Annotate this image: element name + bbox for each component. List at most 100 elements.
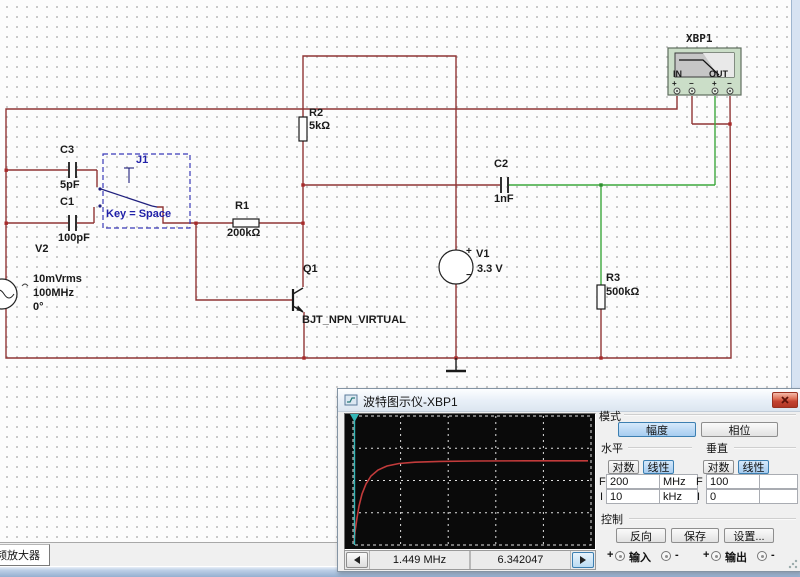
vertical-linear-button[interactable]: 线性	[738, 460, 769, 474]
close-icon	[781, 396, 789, 404]
label-v1-value: 3.3 V	[477, 263, 503, 275]
red-wires	[6, 56, 731, 358]
settings-button[interactable]: 设置...	[724, 528, 774, 543]
horizontal-i-value-field[interactable]: 10	[606, 489, 665, 504]
label-xbp1-in: IN	[673, 69, 682, 79]
source-v2[interactable]	[0, 279, 28, 309]
label-r1: R1	[235, 200, 249, 212]
resize-grip[interactable]	[788, 559, 798, 569]
resistor-r1[interactable]	[233, 219, 259, 227]
close-button[interactable]	[772, 392, 798, 408]
out-plus-sign: +	[703, 549, 709, 561]
horizontal-f-label: F	[599, 476, 606, 488]
label-c2: C2	[494, 158, 508, 170]
save-button[interactable]: 保存	[671, 528, 719, 543]
resistor-r2[interactable]	[299, 117, 307, 141]
capacitor-c2[interactable]	[501, 177, 508, 193]
in-label: 输入	[629, 549, 651, 565]
vertical-f-unit-field[interactable]	[759, 474, 798, 489]
out-minus-terminal[interactable]	[757, 551, 767, 561]
phase-button[interactable]: 相位	[701, 422, 778, 437]
cursor-frequency-readout: 1.449 MHz	[369, 551, 470, 569]
green-junction-dot	[599, 183, 602, 186]
vertical-group-line	[734, 447, 796, 449]
vertical-log-button[interactable]: 对数	[703, 460, 734, 474]
in-minus-sign: -	[675, 549, 679, 561]
label-c2-value: 1nF	[494, 193, 514, 205]
cursor-handle-icon[interactable]	[350, 414, 359, 422]
label-v2-frequency: 100MHz	[33, 287, 74, 299]
label-j1-key: Key = Space	[106, 208, 171, 220]
label-xbp1: XBP1	[686, 32, 713, 45]
label-v1-plus: +	[466, 246, 472, 257]
horizontal-log-button[interactable]: 对数	[608, 460, 639, 474]
capacitor-c1[interactable]	[69, 215, 76, 231]
transistor-q1[interactable]	[293, 288, 304, 312]
label-v2-phase: 0°	[33, 301, 44, 313]
plot-grid	[353, 416, 591, 545]
label-xbp1-in-plus: +	[672, 79, 677, 88]
horizontal-group-line	[628, 447, 692, 449]
in-plus-terminal[interactable]	[615, 551, 625, 561]
label-r2-value: 5kΩ	[309, 120, 330, 132]
capacitor-c3[interactable]	[69, 162, 76, 178]
horizontal-i-unit-field[interactable]: kHz	[659, 489, 698, 504]
bode-plot-area[interactable]	[344, 413, 596, 550]
magnitude-curve	[354, 461, 588, 542]
label-j1: J1	[136, 154, 148, 166]
multisim-screen: C35pFC1100pFV210mVrms100MHz0°J1Key = Spa…	[0, 0, 800, 577]
out-plus-terminal[interactable]	[711, 551, 721, 561]
label-r3: R3	[606, 272, 620, 284]
vertical-group-label: 垂直	[706, 440, 728, 456]
vertical-i-label: I	[697, 491, 700, 503]
horizontal-f-value-field[interactable]: 200	[606, 474, 665, 489]
label-r3-value: 500kΩ	[606, 286, 639, 298]
label-xbp1-in-minus: −	[689, 79, 694, 88]
label-r2: R2	[309, 107, 323, 119]
horizontal-group-label: 水平	[601, 440, 623, 456]
window-icon	[344, 393, 358, 407]
vertical-f-value-field[interactable]: 100	[706, 474, 765, 489]
sheet-tab-strip: 频放大器	[0, 542, 337, 567]
reverse-button[interactable]: 反向	[616, 528, 666, 543]
window-titlebar[interactable]: 波特图示仪-XBP1	[338, 389, 800, 412]
label-c1-value: 100pF	[58, 232, 90, 244]
label-q1-model: BJT_NPN_VIRTUAL	[302, 314, 406, 326]
label-c1: C1	[60, 196, 74, 208]
green-wires	[509, 96, 715, 285]
out-label: 输出	[725, 549, 747, 565]
horizontal-f-unit-field[interactable]: MHz	[659, 474, 698, 489]
cursor-right-button[interactable]	[572, 552, 594, 568]
control-group-line	[629, 518, 796, 520]
left-arrow-icon	[354, 556, 360, 564]
cursor-value-readout: 6.342047	[470, 551, 571, 569]
magnitude-button[interactable]: 幅度	[618, 422, 696, 437]
vertical-i-unit-field[interactable]	[759, 489, 798, 504]
cursor-readout-bar: 1.449 MHz 6.342047	[344, 550, 596, 570]
mode-group-line	[624, 414, 796, 416]
cursor-left-button[interactable]	[346, 552, 368, 568]
label-r1-value: 200kΩ	[227, 227, 260, 239]
label-q1: Q1	[303, 263, 318, 275]
label-v1: V1	[476, 248, 489, 260]
control-group-label: 控制	[601, 511, 623, 527]
bode-plotter-window: 波特图示仪-XBP1	[337, 388, 800, 572]
label-xbp1-out-minus: −	[727, 79, 732, 88]
label-c3-value: 5pF	[60, 179, 80, 191]
resistor-r3[interactable]	[597, 285, 605, 309]
label-xbp1-out: OUT	[709, 69, 728, 79]
right-arrow-icon	[580, 556, 586, 564]
label-v2-amplitude: 10mVrms	[33, 273, 82, 285]
sheet-tab-label: 频放大器	[0, 547, 40, 563]
ground-symbol[interactable]	[446, 358, 466, 371]
horizontal-linear-button[interactable]: 线性	[643, 460, 674, 474]
vertical-i-value-field[interactable]: 0	[706, 489, 765, 504]
label-c3: C3	[60, 144, 74, 156]
vertical-f-label: F	[696, 476, 703, 488]
label-v1-minus: −	[466, 270, 472, 281]
in-minus-terminal[interactable]	[661, 551, 671, 561]
horizontal-i-label: I	[600, 491, 603, 503]
window-title: 波特图示仪-XBP1	[363, 393, 458, 410]
sheet-tab[interactable]: 频放大器	[0, 544, 50, 566]
label-xbp1-out-plus: +	[712, 79, 717, 88]
